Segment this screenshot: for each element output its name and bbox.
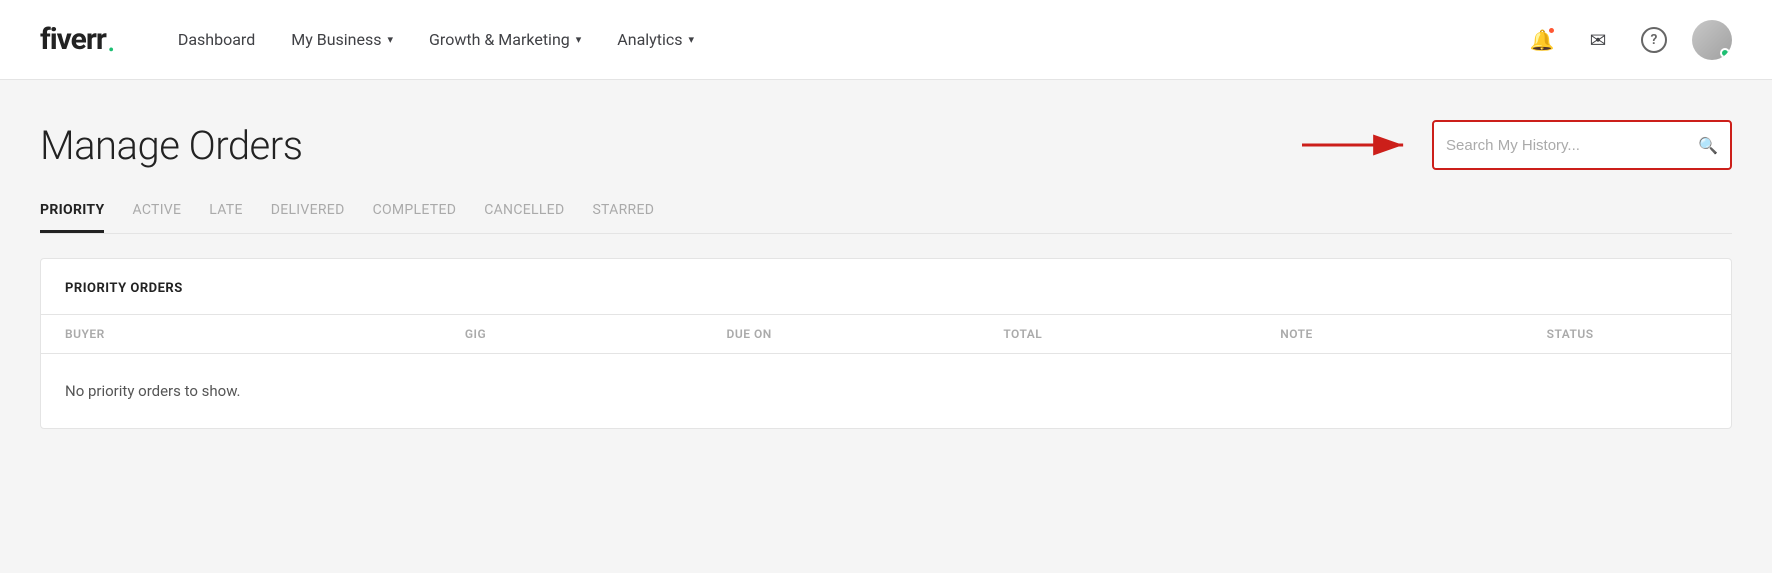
navbar: fiverr. Dashboard My Business ▾ Growth &… bbox=[0, 0, 1772, 80]
help-icon: ? bbox=[1641, 27, 1667, 53]
tab-delivered-label: DELIVERED bbox=[271, 202, 345, 218]
page-title: Manage Orders bbox=[40, 122, 302, 169]
logo-dot: . bbox=[107, 23, 116, 57]
search-annotation: 🔍 bbox=[1302, 120, 1732, 170]
search-box: 🔍 bbox=[1432, 120, 1732, 170]
logo[interactable]: fiverr. bbox=[40, 22, 116, 57]
nav-item-growth-marketing[interactable]: Growth & Marketing ▾ bbox=[415, 22, 595, 57]
tab-starred[interactable]: STARRED bbox=[592, 202, 654, 233]
tab-priority-label: PRIORITY bbox=[40, 202, 104, 218]
tab-late-label: LATE bbox=[209, 202, 242, 218]
chevron-down-icon: ▾ bbox=[689, 33, 695, 46]
annotation-arrow bbox=[1302, 125, 1422, 165]
search-icon: 🔍 bbox=[1698, 136, 1718, 155]
orders-section-title: PRIORITY ORDERS bbox=[65, 281, 183, 296]
online-indicator bbox=[1720, 48, 1730, 58]
tab-delivered[interactable]: DELIVERED bbox=[271, 202, 345, 233]
nav-item-analytics[interactable]: Analytics ▾ bbox=[603, 22, 708, 57]
logo-text: fiverr bbox=[40, 22, 106, 57]
tab-active[interactable]: ACTIVE bbox=[132, 202, 181, 233]
chevron-down-icon: ▾ bbox=[576, 33, 582, 46]
nav-label-my-business: My Business bbox=[291, 30, 381, 49]
tab-late[interactable]: LATE bbox=[209, 202, 242, 233]
col-buyer: BUYER bbox=[65, 327, 339, 341]
orders-empty-message: No priority orders to show. bbox=[41, 354, 1731, 428]
col-gig: GIG bbox=[339, 327, 613, 341]
col-note: NOTE bbox=[1160, 327, 1434, 341]
tab-cancelled-label: CANCELLED bbox=[484, 202, 564, 218]
orders-section-header: PRIORITY ORDERS bbox=[41, 259, 1731, 315]
empty-text: No priority orders to show. bbox=[65, 382, 241, 400]
nav-label-growth-marketing: Growth & Marketing bbox=[429, 30, 570, 49]
col-due-on: DUE ON bbox=[612, 327, 886, 341]
orders-table-header: BUYER GIG DUE ON TOTAL NOTE STATUS bbox=[41, 315, 1731, 354]
nav-label-analytics: Analytics bbox=[617, 30, 682, 49]
help-button[interactable]: ? bbox=[1636, 22, 1672, 58]
nav-item-dashboard[interactable]: Dashboard bbox=[164, 22, 269, 57]
col-status: STATUS bbox=[1433, 327, 1707, 341]
mail-icon: ✉ bbox=[1590, 28, 1607, 52]
nav-label-dashboard: Dashboard bbox=[178, 30, 255, 49]
tab-active-label: ACTIVE bbox=[132, 202, 181, 218]
navbar-nav: Dashboard My Business ▾ Growth & Marketi… bbox=[164, 22, 1524, 57]
col-total: TOTAL bbox=[886, 327, 1160, 341]
tab-priority[interactable]: PRIORITY bbox=[40, 202, 104, 233]
red-arrow-svg bbox=[1302, 125, 1422, 165]
notification-bell-button[interactable]: 🔔 bbox=[1524, 22, 1560, 58]
page-header: Manage Orders 🔍 bbox=[40, 120, 1732, 170]
messages-button[interactable]: ✉ bbox=[1580, 22, 1616, 58]
search-input[interactable] bbox=[1446, 137, 1690, 154]
orders-section: PRIORITY ORDERS BUYER GIG DUE ON TOTAL N… bbox=[40, 258, 1732, 429]
tab-completed[interactable]: COMPLETED bbox=[373, 202, 457, 233]
navbar-actions: 🔔 ✉ ? bbox=[1524, 20, 1732, 60]
tab-starred-label: STARRED bbox=[592, 202, 654, 218]
main-content: Manage Orders 🔍 bbox=[0, 80, 1772, 573]
notification-dot bbox=[1547, 26, 1556, 35]
avatar[interactable] bbox=[1692, 20, 1732, 60]
tabs: PRIORITY ACTIVE LATE DELIVERED COMPLETED… bbox=[40, 202, 1732, 234]
tab-completed-label: COMPLETED bbox=[373, 202, 457, 218]
nav-item-my-business[interactable]: My Business ▾ bbox=[277, 22, 407, 57]
chevron-down-icon: ▾ bbox=[388, 33, 394, 46]
tab-cancelled[interactable]: CANCELLED bbox=[484, 202, 564, 233]
